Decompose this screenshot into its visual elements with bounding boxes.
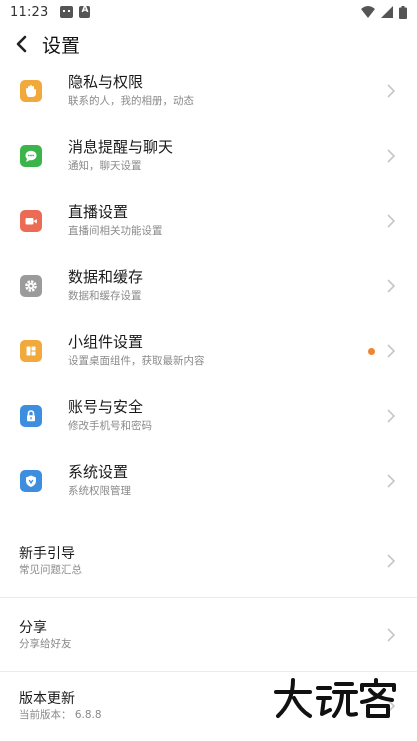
share-row[interactable]: 分享 分享给好友	[0, 602, 417, 668]
new-badge-dot	[368, 347, 375, 355]
watermark-logo	[274, 678, 396, 718]
status-bar: 11:23	[0, 0, 417, 24]
settings-item-subtitle: 直播间相关功能设置	[68, 225, 163, 237]
face-icon	[60, 6, 74, 18]
video-icon	[20, 209, 42, 232]
chevron-right-icon	[387, 628, 396, 642]
page-title: 设置	[42, 34, 81, 57]
chevron-right-icon	[387, 278, 396, 293]
settings-item-subtitle: 数据和缓存设置	[68, 290, 142, 302]
settings-item-subtitle: 修改手机号和密码	[68, 420, 152, 432]
chat-icon	[20, 144, 42, 167]
chevron-right-icon	[387, 213, 396, 228]
settings-item-account[interactable]: 账号与安全 修改手机号和密码	[0, 383, 417, 448]
settings-item-widgets[interactable]: 小组件设置 设置桌面组件，获取最新内容	[0, 318, 417, 383]
guide-subtitle: 常见问题汇总	[19, 563, 82, 576]
a-icon	[79, 5, 91, 18]
settings-item-title: 隐私与权限	[68, 73, 144, 91]
settings-item-subtitle: 系统权限管理	[68, 485, 131, 497]
settings-item-subtitle: 联系的人，我的相册，动态	[68, 95, 194, 107]
chevron-right-icon	[387, 554, 396, 568]
lock-icon	[20, 404, 42, 427]
settings-item-subtitle: 通知，聊天设置	[68, 160, 142, 172]
status-time: 11:23	[10, 4, 49, 20]
chevron-right-icon	[387, 473, 396, 488]
chevron-right-icon	[387, 83, 396, 98]
divider	[0, 671, 417, 672]
arrow-left-icon	[16, 35, 27, 53]
guide-row[interactable]: 新手引导 常见问题汇总	[0, 528, 417, 594]
settings-item-title: 消息提醒与聊天	[68, 138, 174, 156]
settings-item-live[interactable]: 直播设置 直播间相关功能设置	[0, 188, 417, 253]
settings-item-storage[interactable]: 数据和缓存 数据和缓存设置	[0, 253, 417, 318]
hand-icon	[20, 79, 42, 102]
divider	[0, 597, 417, 598]
status-right	[361, 5, 407, 19]
settings-item-privacy[interactable]: 隐私与权限 联系的人，我的相册，动态	[0, 58, 417, 123]
guide-title: 新手引导	[19, 545, 75, 562]
settings-item-title: 系统设置	[68, 463, 129, 481]
shield-icon	[20, 469, 42, 492]
battery-icon	[399, 5, 407, 19]
chevron-right-icon	[387, 408, 396, 423]
settings-item-title: 数据和缓存	[68, 268, 144, 286]
settings-item-title: 账号与安全	[68, 398, 144, 416]
settings-list: 隐私与权限 联系的人，我的相册，动态 消息提醒与聊天 通知，聊天设置 直播设置 …	[0, 58, 417, 513]
share-subtitle: 分享给好友	[19, 637, 72, 650]
chevron-right-icon	[387, 343, 396, 358]
settings-item-title: 直播设置	[68, 203, 129, 221]
settings-item-title: 小组件设置	[68, 333, 144, 351]
share-title: 分享	[19, 619, 47, 636]
notification-icons	[60, 5, 91, 18]
wifi-icon	[361, 6, 375, 18]
signal-icon	[381, 6, 393, 18]
settings-item-system[interactable]: 系统设置 系统权限管理	[0, 448, 417, 513]
chevron-right-icon	[387, 148, 396, 163]
widget-icon	[20, 339, 42, 362]
settings-item-subtitle: 设置桌面组件，获取最新内容	[68, 355, 205, 367]
gear-icon	[20, 274, 42, 297]
settings-item-messages[interactable]: 消息提醒与聊天 通知，聊天设置	[0, 123, 417, 188]
